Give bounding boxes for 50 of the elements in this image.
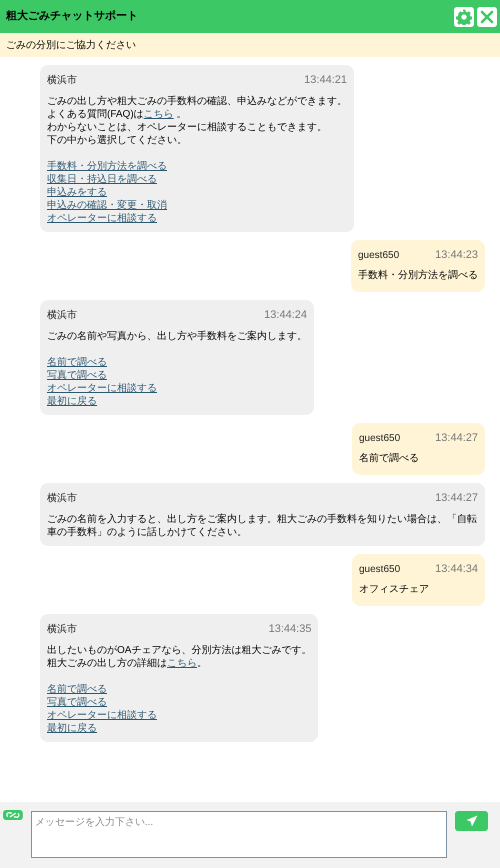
message-text: ごみの名前や写真から、出し方や手数料をご案内します。: [47, 330, 307, 342]
message-time: 13:44:24: [264, 308, 307, 323]
settings-icon: [456, 8, 472, 24]
sender-name: 横浜市: [47, 74, 77, 88]
message-text: オフィスチェア: [359, 583, 430, 596]
option-link[interactable]: 最初に戻る: [47, 394, 97, 408]
message-text: 手数料・分別方法を調べる: [358, 269, 478, 282]
message-time: 13:44:27: [435, 491, 478, 506]
message-text: 名前で調べる: [359, 452, 420, 465]
inline-link[interactable]: こちら: [144, 108, 174, 120]
option-link[interactable]: 申込みをする: [47, 186, 107, 198]
option-link[interactable]: 名前で調べる: [47, 356, 107, 368]
option-link[interactable]: 収集日・持込日を調べる: [47, 172, 157, 186]
message-text: ごみの名前を入力すると、出し方をご案内します。粗大ごみの手数料を知りたい場合は、「自転車の手数料」のように話しかけてください。: [47, 512, 478, 538]
message-time: 13:44:21: [304, 73, 347, 88]
message-text: 出したいものがOAチェアなら、分別方法は粗大ごみです。: [47, 644, 312, 656]
message-text: 粗大ごみの出し方の詳細はこちら。: [47, 656, 208, 670]
sender-name: guest650: [359, 432, 400, 446]
option-link[interactable]: 写真で調べる: [47, 368, 107, 382]
message-time: 13:44:23: [435, 248, 478, 262]
option-link[interactable]: オペレーターに相談する: [47, 708, 157, 722]
sender-name: 横浜市: [47, 308, 77, 323]
option-link[interactable]: オペレーターに相談する: [47, 382, 157, 394]
message-time: 13:44:34: [435, 562, 478, 576]
option-link[interactable]: 写真で調べる: [47, 696, 107, 708]
notice-text: ごみの分別にご協力ください: [6, 38, 136, 52]
message-time: 13:44:27: [435, 430, 478, 446]
option-link[interactable]: 申込みの確認・変更・取消: [47, 198, 167, 212]
settings-button[interactable]: [454, 6, 474, 26]
send-icon: [466, 815, 478, 827]
message-text: よくある質問(FAQ)はこちら 。: [47, 108, 188, 120]
close-icon: [480, 10, 494, 24]
inline-link[interactable]: こちら: [167, 658, 197, 668]
option-link[interactable]: 最初に戻る: [47, 722, 97, 734]
sender-name: 横浜市: [47, 622, 77, 637]
sender-name: 横浜市: [47, 492, 77, 506]
option-link[interactable]: 名前で調べる: [47, 682, 107, 696]
option-link[interactable]: 手数料・分別方法を調べる: [47, 160, 167, 172]
sender-name: guest650: [358, 248, 400, 262]
message-time: 13:44:35: [268, 622, 312, 637]
message-text: 下の中から選択してください。: [47, 134, 188, 146]
close-button[interactable]: [477, 6, 497, 26]
window-title: 粗大ごみチャットサポート: [6, 8, 138, 24]
message-text: ごみの出し方や粗大ごみの手数料の確認、申込みなどができます。: [47, 94, 347, 108]
sender-name: guest650: [359, 562, 400, 576]
link-icon[interactable]: [3, 810, 23, 820]
message-text: わからないことは、オペレーターに相談することもできます。: [47, 120, 328, 134]
message-input[interactable]: メッセージを入力下さい...: [30, 811, 448, 858]
send-button[interactable]: [455, 811, 488, 831]
option-link[interactable]: オペレーターに相談する: [47, 212, 157, 224]
